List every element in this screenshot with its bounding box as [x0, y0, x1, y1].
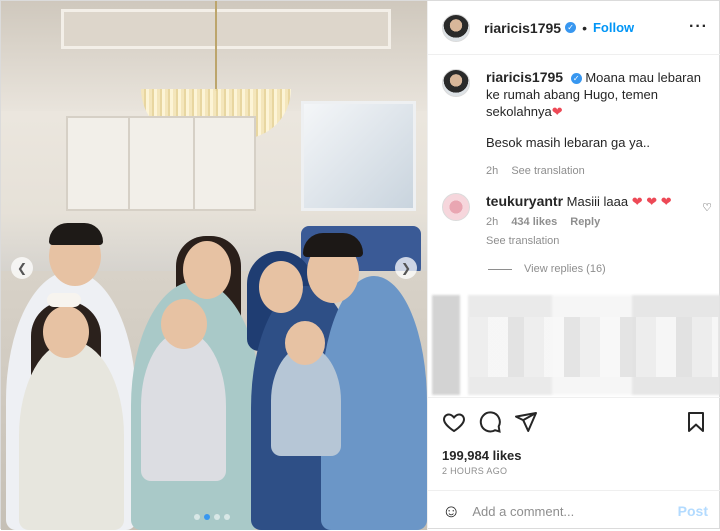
heart-icon[interactable]: [442, 410, 466, 434]
emoji-icon[interactable]: ☺: [442, 501, 460, 522]
comment-text: Masiii laaa: [566, 194, 629, 209]
comment-translate-link[interactable]: See translation: [486, 233, 696, 250]
comment-username[interactable]: teukuryantr: [486, 193, 563, 209]
carousel-dots: [194, 514, 230, 520]
header-username[interactable]: riaricis1795: [484, 20, 561, 36]
action-icons: [442, 410, 708, 434]
likes-count[interactable]: 199,984 likes: [442, 448, 522, 463]
post-button[interactable]: Post: [678, 503, 708, 519]
person-head: [259, 261, 303, 313]
person-hair: [49, 223, 103, 245]
child-girl: [19, 341, 124, 530]
chandelier-chain: [215, 1, 217, 91]
carousel-dot-active: [204, 514, 210, 520]
comment-input[interactable]: [472, 503, 678, 519]
verified-badge-icon: ✓: [570, 73, 582, 84]
post-time: 2 HOURS AGO: [442, 466, 508, 476]
avatar[interactable]: [442, 13, 470, 42]
carousel-dot: [194, 514, 200, 520]
person-hair: [303, 233, 363, 257]
post-header: riaricis1795 ✓ • Follow ···: [428, 1, 720, 55]
avatar[interactable]: [442, 193, 470, 221]
caption-time: 2h: [486, 165, 499, 177]
child-head: [285, 321, 325, 365]
post-photo[interactable]: ❮ ❯: [1, 1, 427, 530]
instagram-post-frame: ❮ ❯ riaricis1795 ✓ • Follow ··· riaricis…: [0, 0, 720, 530]
heart-emoji: ❤ ❤ ❤: [631, 194, 672, 209]
add-comment-bar: ☺ Post: [428, 490, 720, 531]
bookmark-icon[interactable]: [684, 410, 708, 434]
caption-translate-link[interactable]: See translation: [511, 165, 584, 177]
chevron-right-icon[interactable]: ❯: [395, 257, 417, 279]
caption-text-2: Besok masih lebaran ga ya..: [486, 135, 651, 150]
view-replies-label: View replies (16): [524, 263, 606, 275]
comment-icon[interactable]: [478, 410, 502, 434]
wall-mirror: [301, 101, 416, 211]
more-options-icon[interactable]: ···: [689, 18, 708, 36]
comment-time: 2h: [486, 216, 499, 228]
child-head: [43, 306, 89, 358]
person-head: [183, 241, 231, 299]
post-side-panel: riaricis1795 ✓ • Follow ··· riaricis1795…: [427, 1, 720, 530]
reply-button[interactable]: Reply: [570, 216, 600, 228]
child-head: [161, 299, 207, 349]
verified-badge-icon: ✓: [565, 22, 577, 33]
photo-ceiling-panel: [61, 9, 391, 49]
header-separator: •: [582, 19, 587, 36]
follow-button[interactable]: Follow: [593, 20, 634, 35]
heart-emoji: ❤: [551, 104, 563, 119]
chevron-left-icon[interactable]: ❮: [11, 257, 33, 279]
divider: [488, 268, 512, 270]
child-baby-boy: [141, 331, 226, 481]
blurred-comments: [468, 317, 718, 377]
carousel-dot: [214, 514, 220, 520]
share-icon[interactable]: [514, 410, 538, 434]
post-actions: 199,984 likes 2 HOURS AGO ☺ Post: [428, 397, 720, 530]
avatar[interactable]: [442, 69, 470, 97]
comments-section[interactable]: riaricis1795 ✓ Moana mau lebaran ke ruma…: [428, 55, 720, 397]
kitchen-cabinet: [66, 116, 256, 211]
comment-likes[interactable]: 434 likes: [511, 216, 557, 228]
caption-username[interactable]: riaricis1795: [486, 69, 563, 85]
comment-meta: 2h 434 likes Reply: [486, 214, 696, 231]
carousel-dot: [224, 514, 230, 520]
caption-meta: 2h See translation: [486, 163, 712, 180]
heart-icon[interactable]: ♡: [702, 201, 712, 214]
hair-bow: [47, 293, 81, 307]
view-replies-button[interactable]: View replies (16): [488, 263, 606, 275]
